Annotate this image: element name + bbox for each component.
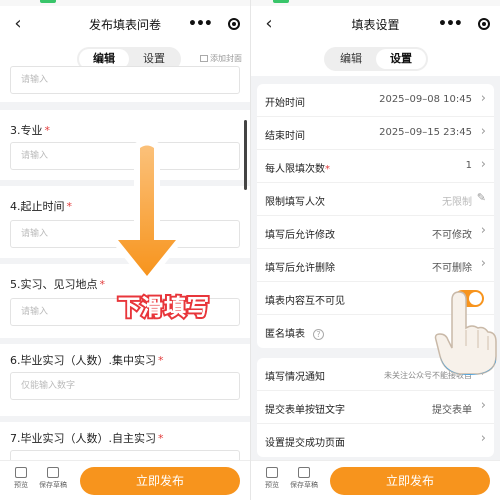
tab-settings[interactable]: 设置	[376, 49, 426, 69]
setting-value: 1	[465, 160, 472, 171]
chevron-right-icon: ›	[480, 91, 486, 106]
setting-row-submit-button-text[interactable]: 提交表单按钮文字 提交表单 ›	[257, 391, 494, 424]
nav-bar: ‹ 填表设置 •••	[251, 6, 500, 42]
setting-label: 匿名填表?	[265, 325, 324, 340]
setting-value: 不可删除	[432, 263, 472, 274]
more-icon[interactable]: •••	[188, 13, 213, 35]
scroll-down-arrow-icon	[110, 140, 184, 284]
save-icon	[47, 467, 59, 478]
field-label: 6.毕业实习（人数）.集中实习 *	[10, 354, 164, 367]
bottom-action-bar: 预览 保存草稿 立即发布	[0, 460, 250, 500]
setting-value: 2025–09–15 23:45	[379, 127, 472, 138]
mini-program-capsule: •••	[184, 13, 242, 35]
bottom-action-bar: 预览 保存草稿 立即发布	[251, 460, 500, 500]
number-input[interactable]: 仅能输入数字	[10, 372, 240, 400]
publish-button[interactable]: 立即发布	[330, 467, 490, 495]
close-target-icon[interactable]	[478, 18, 490, 30]
add-cover-label: 添加封面	[210, 54, 242, 63]
setting-label: 提交表单按钮文字	[265, 405, 345, 416]
preview-icon	[15, 467, 27, 478]
chevron-right-icon: ›	[480, 398, 486, 413]
preview-button[interactable]: 预览	[255, 467, 289, 490]
setting-label: 限制填写人次	[265, 197, 325, 208]
setting-label: 填写情况通知	[265, 372, 325, 383]
form-field-self-internship: 7.毕业实习（人数）.自主实习 *	[0, 422, 250, 478]
setting-label: 结束时间	[265, 131, 305, 142]
publish-button[interactable]: 立即发布	[80, 467, 240, 495]
preview-button[interactable]: 预览	[4, 467, 38, 490]
pointing-hand-icon	[434, 291, 497, 375]
nav-bar: ‹ 发布填表问卷 •••	[0, 6, 250, 42]
help-icon[interactable]: ?	[313, 329, 324, 340]
chevron-right-icon: ›	[480, 431, 486, 446]
setting-row-end-time[interactable]: 结束时间 2025–09–15 23:45 ›	[257, 117, 494, 150]
save-icon	[298, 467, 310, 478]
setting-row-submit-limit[interactable]: 每人限填次数* 1 ›	[257, 150, 494, 183]
text-input[interactable]: 请输入	[10, 66, 240, 94]
form-field-partial: 请输入	[0, 66, 250, 102]
tabs-bar: 编辑 设置	[251, 42, 500, 76]
field-label: 5.实习、见习地点 *	[10, 278, 105, 291]
setting-row-start-time[interactable]: 开始时间 2025–09–08 10:45 ›	[257, 84, 494, 117]
setting-label: 填表内容互不可见	[265, 296, 345, 307]
setting-row-allow-delete[interactable]: 填写后允许删除 不可删除 ›	[257, 249, 494, 282]
setting-label: 开始时间	[265, 98, 305, 109]
setting-label: 填写后允许修改	[265, 230, 335, 241]
setting-label: 设置提交成功页面	[265, 438, 345, 449]
segmented-tabs: 编辑 设置	[324, 47, 428, 71]
settings-list: 开始时间 2025–09–08 10:45 › 结束时间 2025–09–15 …	[251, 76, 500, 500]
chevron-right-icon: ›	[480, 256, 486, 271]
preview-icon	[266, 467, 278, 478]
chevron-right-icon: ›	[480, 124, 486, 139]
pencil-icon[interactable]: ✎	[477, 191, 486, 204]
setting-row-success-page[interactable]: 设置提交成功页面 ›	[257, 424, 494, 457]
field-label: 4.起止时间 *	[10, 200, 72, 213]
preview-label: 预览	[265, 481, 279, 489]
setting-label: 每人限填次数*	[265, 164, 330, 175]
form-settings-panel: ‹ 填表设置 ••• 编辑 设置 开始时间 2025–09–08 10:45 ›…	[250, 0, 500, 500]
preview-label: 预览	[14, 481, 28, 489]
field-label: 3.专业 *	[10, 124, 50, 137]
mini-program-capsule: •••	[434, 13, 492, 35]
save-draft-button[interactable]: 保存草稿	[287, 467, 321, 490]
setting-value: 2025–09–08 10:45	[379, 94, 472, 105]
setting-value: 无限制	[442, 197, 472, 208]
swipe-caption: 下滑填写	[118, 296, 211, 321]
chevron-right-icon: ›	[480, 223, 486, 238]
close-target-icon[interactable]	[228, 18, 240, 30]
setting-value: 提交表单	[432, 405, 472, 416]
save-draft-label: 保存草稿	[39, 481, 67, 489]
field-label: 7.毕业实习（人数）.自主实习 *	[10, 432, 164, 445]
form-field-central-internship: 6.毕业实习（人数）.集中实习 * 仅能输入数字	[0, 344, 250, 416]
setting-value: 不可修改	[432, 230, 472, 241]
chevron-right-icon: ›	[480, 157, 486, 172]
image-icon	[200, 55, 208, 62]
setting-label: 填写后允许删除	[265, 263, 335, 274]
save-draft-label: 保存草稿	[290, 481, 318, 489]
setting-row-participant-limit[interactable]: 限制填写人次 无限制 ✎	[257, 183, 494, 216]
add-cover-button[interactable]: 添加封面	[200, 53, 242, 64]
save-draft-button[interactable]: 保存草稿	[36, 467, 70, 490]
more-icon[interactable]: •••	[438, 13, 463, 35]
scrollbar[interactable]	[244, 120, 247, 190]
setting-row-allow-edit[interactable]: 填写后允许修改 不可修改 ›	[257, 216, 494, 249]
tab-edit[interactable]: 编辑	[326, 49, 376, 69]
